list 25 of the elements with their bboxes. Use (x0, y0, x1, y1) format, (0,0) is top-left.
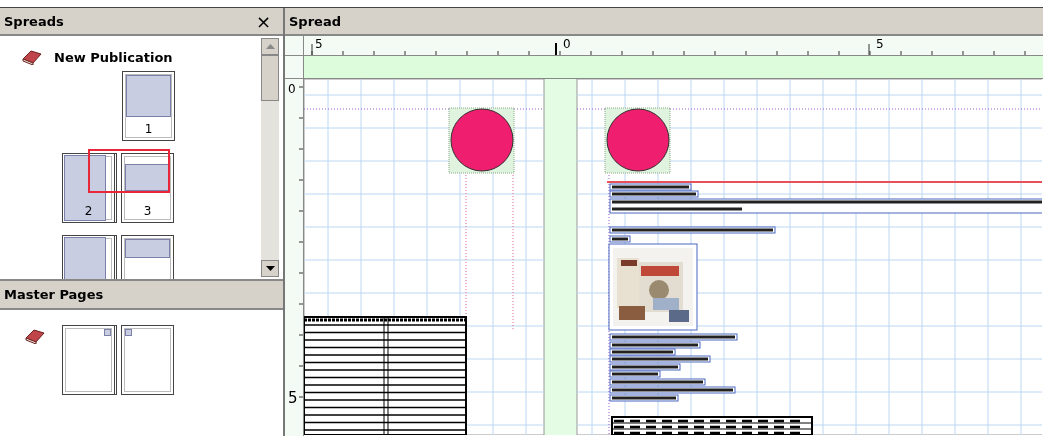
page-thumbnail[interactable]: 1 (122, 71, 175, 141)
triangle-up-icon (265, 44, 275, 49)
ruler-label: 0 (563, 38, 571, 50)
ruler-label: 0 (288, 83, 296, 95)
triangle-down-icon (265, 266, 275, 271)
panel-title: Master Pages (4, 287, 104, 302)
circle-shape[interactable] (604, 107, 671, 174)
master-page-thumbnail[interactable] (62, 325, 117, 395)
ruler-label: 5 (288, 391, 298, 406)
close-button[interactable]: × (251, 10, 275, 32)
book-icon (25, 328, 45, 344)
publication-name[interactable]: New Publication (54, 49, 173, 65)
view-rectangle[interactable] (88, 149, 170, 193)
ruler-label: 5 (876, 38, 884, 50)
book-icon (22, 49, 42, 65)
page-thumbnail[interactable]: 3 (121, 153, 174, 223)
scrollbar[interactable] (261, 38, 279, 277)
ruler-label: 5 (315, 38, 323, 50)
panel-title: Spread (289, 13, 341, 29)
panel-title: Spreads (4, 13, 64, 29)
scroll-down-button[interactable] (261, 260, 279, 277)
circle-shape[interactable] (448, 107, 515, 174)
master-page-thumbnail[interactable] (121, 325, 174, 395)
scroll-thumb[interactable] (261, 55, 279, 101)
page-thumbnail[interactable]: 2 (62, 153, 117, 223)
